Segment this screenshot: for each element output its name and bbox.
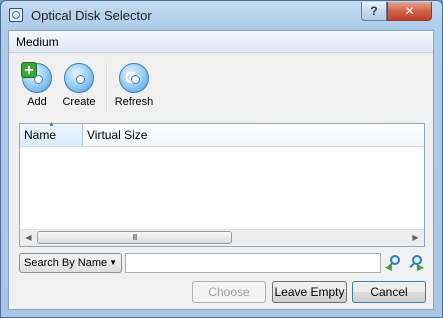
add-disk-icon: + <box>21 62 52 93</box>
toolbar: + Add Create ⟳ Refresh <box>9 53 433 113</box>
help-button[interactable]: ? <box>361 2 387 21</box>
menu-medium[interactable]: Medium <box>16 35 59 49</box>
toolbar-separator <box>106 63 108 111</box>
refresh-label: Refresh <box>114 96 154 108</box>
cancel-button[interactable]: Cancel <box>352 281 426 303</box>
menu-bar: Medium <box>9 31 433 53</box>
create-disk-icon <box>64 63 94 93</box>
scroll-right-arrow-icon[interactable]: ▶ <box>407 230 424 246</box>
arrow-left-icon: ◀ <box>385 262 392 272</box>
scroll-thumb[interactable]: III <box>37 231 232 244</box>
optical-disk-selector-dialog: Optical Disk Selector ? ✕ Medium + Add C… <box>0 0 443 318</box>
leave-empty-button[interactable]: Leave Empty <box>272 281 347 303</box>
search-input[interactable] <box>125 253 381 273</box>
search-mode-value: Search By Name <box>24 257 108 269</box>
search-next-button[interactable]: ▶ <box>407 254 425 272</box>
sort-ascending-icon: ▲ <box>48 121 55 128</box>
refresh-button[interactable]: ⟳ Refresh <box>112 63 156 108</box>
window-title: Optical Disk Selector <box>31 8 152 23</box>
column-header-name[interactable]: ▲ Name <box>20 121 83 146</box>
search-mode-select[interactable]: Search By Name ▼ <box>19 253 122 273</box>
medium-list[interactable]: ▲ Name Virtual Size ◀ III ▶ <box>19 121 425 247</box>
chevron-down-icon: ▼ <box>109 258 117 267</box>
search-previous-button[interactable]: ◀ <box>385 254 403 272</box>
arrow-right-icon: ▶ <box>417 262 424 272</box>
virtualbox-app-icon <box>9 8 23 22</box>
list-header: ▲ Name Virtual Size <box>20 121 424 147</box>
add-button[interactable]: + Add <box>15 62 59 108</box>
column-header-virtual-size[interactable]: Virtual Size <box>83 124 424 146</box>
dialog-body: Medium + Add Create ⟳ Refresh ▲ Name Vir… <box>8 30 434 310</box>
refresh-icon: ⟳ <box>119 63 149 93</box>
horizontal-scrollbar[interactable]: ◀ III ▶ <box>20 229 424 246</box>
scroll-left-arrow-icon[interactable]: ◀ <box>20 230 37 246</box>
close-button[interactable]: ✕ <box>387 2 432 21</box>
title-bar[interactable]: Optical Disk Selector ? ✕ <box>1 1 442 29</box>
create-label: Create <box>62 96 96 108</box>
create-button[interactable]: Create <box>57 63 101 108</box>
choose-button[interactable]: Choose <box>192 281 266 303</box>
plus-icon: + <box>21 62 37 79</box>
add-label: Add <box>27 96 47 108</box>
